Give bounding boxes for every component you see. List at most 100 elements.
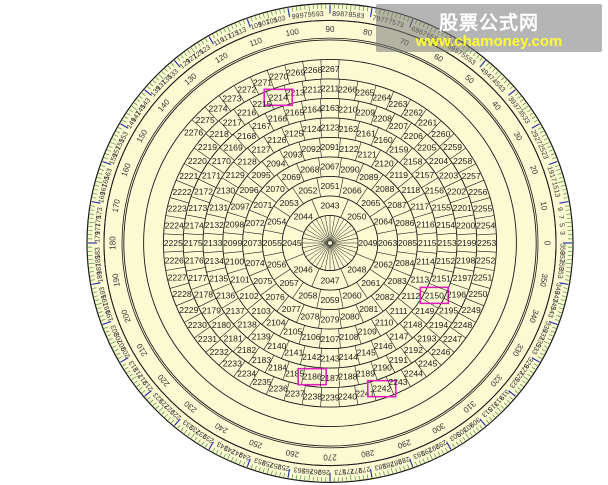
spiral-cell-number: 2223 bbox=[168, 204, 187, 214]
spiral-cell-number: 2125 bbox=[284, 128, 303, 138]
spiral-cell-number: 2221 bbox=[179, 171, 198, 181]
spiral-cell-number: 2100 bbox=[225, 257, 244, 267]
spiral-cell-number: 2056 bbox=[267, 260, 286, 270]
spiral-cell-number: 2075 bbox=[253, 276, 272, 286]
spiral-cell-number: 2119 bbox=[390, 170, 409, 180]
spiral-cell-number: 2202 bbox=[447, 186, 466, 196]
spiral-cell-number: 2181 bbox=[224, 333, 243, 343]
spiral-cell-number: 2116 bbox=[416, 219, 435, 229]
spiral-cell-number: 2065 bbox=[361, 198, 380, 208]
spiral-cell-number: 2109 bbox=[358, 327, 377, 337]
spiral-cell-number: 2180 bbox=[212, 320, 231, 330]
spiral-cell-number: 2171 bbox=[202, 171, 221, 181]
spiral-cell-number: 2106 bbox=[301, 332, 320, 342]
spiral-cell-number: 2124 bbox=[302, 124, 321, 134]
spiral-cell-number: 2255 bbox=[473, 204, 492, 214]
spiral-cell-number: 2154 bbox=[436, 220, 455, 230]
spiral-cell-number: 2163 bbox=[320, 103, 339, 113]
spiral-wheel-chart: 3579131517192325272933353739434547495355… bbox=[86, 3, 574, 483]
spiral-cell-number: 2115 bbox=[418, 238, 437, 248]
degree-label: 0 bbox=[543, 241, 552, 246]
spiral-cell-number: 2067 bbox=[320, 162, 339, 172]
spiral-cell-number: 2071 bbox=[253, 200, 272, 210]
spiral-cell-number: 2203 bbox=[439, 171, 458, 181]
spiral-cell-number: 2098 bbox=[225, 219, 244, 229]
spiral-cell-number: 2251 bbox=[473, 272, 492, 282]
spiral-cell-number: 2210 bbox=[338, 104, 357, 114]
spiral-cell-number: 2155 bbox=[432, 202, 451, 212]
spiral-cell-number: 2276 bbox=[184, 128, 203, 138]
ring-counter-label: 93 bbox=[316, 11, 324, 18]
spiral-cell-number: 2182 bbox=[237, 345, 256, 355]
spiral-cell-number: 2131 bbox=[209, 202, 228, 212]
ring-counter-label: 97 bbox=[299, 12, 308, 20]
spiral-cell-number: 2191 bbox=[389, 355, 408, 365]
spiral-cell-number: 2152 bbox=[436, 256, 455, 266]
spiral-cell-number: 2045 bbox=[283, 238, 302, 248]
spiral-cell-number: 2252 bbox=[476, 255, 495, 265]
spiral-cell-number: 2179 bbox=[202, 305, 221, 315]
spiral-cell-number: 2093 bbox=[283, 149, 302, 159]
spiral-cell-number: 2123 bbox=[320, 123, 339, 133]
spiral-cell-number: 2211 bbox=[321, 84, 340, 94]
spiral-cell-number: 2193 bbox=[417, 333, 436, 343]
spiral-cell-number: 2232 bbox=[210, 347, 229, 357]
spiral-cell-number: 2143 bbox=[320, 353, 339, 363]
spiral-cell-number: 2058 bbox=[298, 291, 317, 301]
ring-counter-label: 359 bbox=[558, 243, 565, 255]
spiral-cell-number: 2254 bbox=[476, 221, 495, 231]
spiral-cell-number: 2147 bbox=[389, 331, 408, 341]
spiral-cell-number: 2079 bbox=[320, 314, 339, 324]
spiral-cell-number: 2137 bbox=[226, 306, 245, 316]
spiral-cell-number: 2080 bbox=[340, 312, 359, 322]
spiral-cell-number: 2094 bbox=[266, 158, 285, 168]
spiral-cell-number: 2095 bbox=[252, 170, 271, 180]
spiral-cell-number: 2148 bbox=[403, 320, 422, 330]
spiral-cell-number: 2044 bbox=[294, 212, 313, 222]
spiral-cell-number: 2175 bbox=[184, 238, 203, 248]
spiral-cell-number: 2172 bbox=[194, 186, 213, 196]
spiral-cell-number: 2195 bbox=[439, 305, 458, 315]
spiral-cell-number: 2144 bbox=[339, 352, 358, 362]
spiral-cell-number: 2150 bbox=[425, 290, 444, 300]
spiral-cell-number: 2053 bbox=[280, 198, 299, 208]
spiral-cell-number: 2214 bbox=[269, 92, 288, 102]
spiral-cell-number: 2220 bbox=[188, 156, 207, 166]
spiral-cell-number: 2078 bbox=[300, 312, 319, 322]
spiral-cell-number: 2130 bbox=[216, 186, 235, 196]
spiral-cell-number: 2081 bbox=[359, 304, 378, 314]
ring-counter-label: 269 bbox=[318, 468, 330, 475]
spiral-cell-number: 2250 bbox=[468, 289, 487, 299]
spiral-cell-number: 2103 bbox=[252, 306, 271, 316]
spiral-cell-number: 2261 bbox=[418, 117, 437, 127]
spiral-cell-number: 2267 bbox=[320, 64, 339, 74]
spiral-cell-number: 2135 bbox=[209, 274, 228, 284]
spiral-cell-number: 2188 bbox=[338, 372, 357, 382]
spiral-cell-number: 2158 bbox=[403, 156, 422, 166]
spiral-cell-number: 2201 bbox=[453, 203, 472, 213]
spiral-cell-number: 2136 bbox=[216, 290, 235, 300]
ring-counter-label: 3 bbox=[558, 231, 565, 235]
watermark-url: www.chamoney.com bbox=[415, 33, 563, 50]
spiral-cell-number: 2208 bbox=[373, 113, 392, 123]
spiral-cell-number: 2057 bbox=[280, 278, 299, 288]
spiral-cell-number: 2231 bbox=[198, 334, 217, 344]
spiral-cell-number: 2073 bbox=[243, 238, 262, 248]
spiral-cell-number: 2249 bbox=[462, 305, 481, 315]
spiral-cell-number: 2265 bbox=[355, 88, 374, 98]
spiral-cell-number: 2117 bbox=[411, 201, 430, 211]
spiral-cell-number: 2233 bbox=[223, 359, 242, 369]
spiral-cell-number: 2165 bbox=[285, 108, 304, 118]
degree-label: 90 bbox=[326, 25, 335, 34]
spiral-cell-number: 2248 bbox=[453, 320, 472, 330]
spiral-cell-number: 2227 bbox=[168, 272, 187, 282]
spiral-cell-number: 2226 bbox=[165, 255, 184, 265]
spiral-cell-number: 2275 bbox=[196, 115, 215, 125]
ring-counter-label: 99 bbox=[291, 13, 300, 21]
spiral-cell-number: 2063 bbox=[378, 238, 397, 248]
spiral-cell-number: 2230 bbox=[188, 320, 207, 330]
spiral-cell-number: 2064 bbox=[374, 216, 393, 226]
spiral-cell-number: 2244 bbox=[404, 369, 423, 379]
spiral-cell-number: 2170 bbox=[212, 156, 231, 166]
spiral-cell-number: 2238 bbox=[303, 391, 322, 401]
